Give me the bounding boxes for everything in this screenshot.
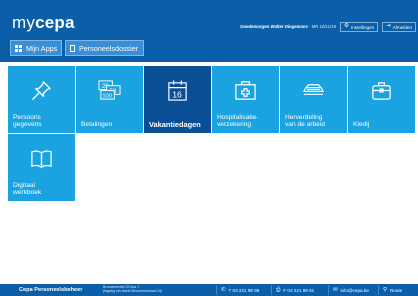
footer-bar: Cepa Personeelsbeheer Brouwersvliet 33 b… <box>0 284 418 296</box>
user-name: Walter Dingemans <box>270 24 308 29</box>
route-link[interactable]: ⚲ Route <box>378 285 406 295</box>
version-text: - MR 10/11/19 <box>307 24 336 29</box>
open-book-icon <box>31 150 52 169</box>
settings-label: Instellingen <box>350 24 375 30</box>
mycepa-logo[interactable]: mycepa <box>12 13 75 33</box>
email-address: info@cepa.be <box>340 287 369 293</box>
my-apps-label: Mijn Apps <box>26 43 58 53</box>
pin-icon <box>32 81 51 100</box>
map-pin-icon: ⚲ <box>383 287 387 293</box>
tile-label: Betalingen <box>81 121 113 129</box>
logout-label: Afmelden <box>392 24 413 30</box>
phone-link[interactable]: ✆ T 03 221 98 86 <box>216 285 263 295</box>
logo-brand: cepa <box>35 13 75 32</box>
my-apps-button[interactable]: Mijn Apps <box>10 40 62 56</box>
phone-icon: ✆ <box>221 287 226 293</box>
footer-org-name: Cepa Personeelsbeheer <box>19 287 83 293</box>
medical-kit-icon <box>235 81 256 100</box>
svg-text:100: 100 <box>102 94 112 100</box>
banknotes-icon: 20 50 100 <box>98 80 121 100</box>
phone-number: T 03 221 98 86 <box>228 287 260 293</box>
tile-label: Digitaal werkboek <box>13 181 42 197</box>
suitcase-icon <box>372 82 391 100</box>
tile-hospital-insurance[interactable]: Hospitalisatie-verzekering <box>212 66 279 133</box>
tile-digital-workbook[interactable]: Digitaal werkboek <box>8 134 75 201</box>
personnel-file-tab[interactable]: Personeelsdossier <box>65 40 144 56</box>
envelope-icon: ✉ <box>333 287 338 293</box>
header-bar: mycepa Goedemorgen Walter Dingemans - MR… <box>0 0 418 62</box>
tile-label: Kledij <box>353 121 370 129</box>
tile-label: Hospitalisatie-verzekering <box>217 113 259 129</box>
printer-icon: ⎙ <box>276 286 281 293</box>
tile-label: Vakantiedagen <box>149 120 201 130</box>
personnel-file-label: Personeelsdossier <box>79 43 139 53</box>
tile-holidays[interactable]: 16 Vakantiedagen <box>144 66 211 133</box>
document-icon <box>70 44 75 52</box>
gear-icon: ⚙ <box>344 23 349 30</box>
balance-stack-icon <box>302 84 325 95</box>
calendar-icon: 16 <box>168 80 187 101</box>
footer-address: Brouwersvliet 33 bus 7 (ingang via Astri… <box>103 285 162 294</box>
fax-number: F 03 221 98 61 <box>283 287 315 293</box>
greeting-text: Goedemorgen <box>240 24 270 29</box>
apps-grid-icon <box>15 44 22 52</box>
email-link[interactable]: ✉ info@cepa.be <box>328 285 373 295</box>
user-greeting: Goedemorgen Walter Dingemans - MR 10/11/… <box>240 24 336 29</box>
svg-text:16: 16 <box>172 90 182 100</box>
tile-clothing[interactable]: Kledij <box>348 66 415 133</box>
logo-prefix: my <box>12 13 36 32</box>
settings-button[interactable]: ⚙ Instellingen <box>340 22 379 32</box>
sign-out-icon: ⇥ <box>386 23 391 30</box>
tile-personal-data[interactable]: Persoons gegevens <box>8 66 75 133</box>
fax-link[interactable]: ⎙ F 03 221 98 61 <box>271 285 318 295</box>
route-label: Route <box>389 287 403 293</box>
tile-payments[interactable]: 20 50 100 Betalingen <box>76 66 143 133</box>
tile-label: Persoons gegevens <box>13 113 42 129</box>
tile-work-redistribution[interactable]: Herverdeling van de arbeid <box>280 66 347 133</box>
logout-button[interactable]: ⇥ Afmelden <box>382 22 417 32</box>
tile-label: Herverdeling van de arbeid <box>285 113 325 129</box>
